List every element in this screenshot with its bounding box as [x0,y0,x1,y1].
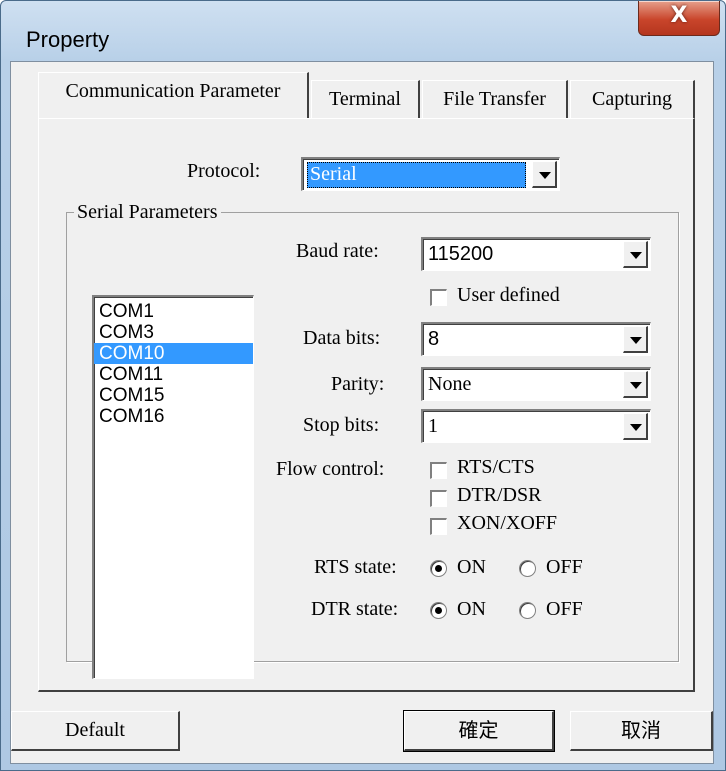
rts-cts-label: RTS/CTS [457,456,535,478]
tab-file-transfer[interactable]: File Transfer [422,80,568,118]
list-item[interactable]: COM15 [94,385,253,406]
parity-value: None [428,373,472,395]
list-item[interactable]: COM3 [94,322,253,343]
title-bar[interactable]: Property X [1,1,725,61]
data-bits-label: Data bits: [303,327,381,349]
rts-on-label: ON [457,556,486,578]
rts-off-radio[interactable] [519,560,536,577]
xon-xoff-label: XON/XOFF [457,512,558,534]
parity-label: Parity: [331,373,385,395]
user-defined-label: User defined [457,284,560,306]
stop-bits-dropdown-button[interactable] [623,413,648,440]
data-bits-value: 8 [428,328,440,350]
list-item[interactable]: COM1 [94,301,253,322]
flow-control-label: Flow control: [276,458,385,480]
protocol-value: Serial [310,163,357,185]
default-button[interactable]: Default [11,711,180,751]
close-icon: X [670,3,688,28]
dtr-dsr-label: DTR/DSR [457,484,542,506]
baud-rate-dropdown[interactable]: 115200 [421,237,651,271]
serial-parameters-title: Serial Parameters [74,201,221,224]
rts-cts-checkbox[interactable] [430,462,447,479]
dtr-dsr-checkbox[interactable] [430,490,447,507]
stop-bits-value: 1 [428,415,438,437]
window-title: Property [26,27,110,52]
stop-bits-dropdown[interactable]: 1 [421,409,651,443]
baud-rate-label: Baud rate: [296,240,379,262]
baud-rate-dropdown-button[interactable] [623,241,648,268]
dtr-on-radio[interactable] [430,602,447,619]
list-item[interactable]: COM16 [94,406,253,427]
dtr-off-radio[interactable] [519,602,536,619]
user-defined-checkbox[interactable] [430,289,447,306]
ok-button[interactable]: 確定 [403,710,555,752]
rts-off-label: OFF [546,556,583,578]
tab-capturing[interactable]: Capturing [570,80,695,118]
chevron-down-icon [630,337,642,344]
data-bits-dropdown-button[interactable] [623,326,648,353]
parity-dropdown-button[interactable] [623,371,648,398]
chevron-down-icon [630,252,642,259]
parity-dropdown[interactable]: None [421,367,651,401]
protocol-dropdown-button[interactable] [532,161,557,188]
rts-state-label: RTS state: [314,556,397,578]
chevron-down-icon [539,172,551,179]
protocol-selection: Serial [307,162,526,188]
baud-rate-value: 115200 [428,243,494,265]
cancel-button[interactable]: 取消 [570,711,713,751]
dtr-state-label: DTR state: [311,598,399,620]
protocol-dropdown[interactable]: Serial [301,157,560,191]
stop-bits-label: Stop bits: [303,414,380,436]
property-dialog: Property X Terminal File Transfer Captur… [0,0,726,771]
data-bits-dropdown[interactable]: 8 [421,322,651,356]
chevron-down-icon [630,382,642,389]
list-item-selected[interactable]: COM10 [94,343,253,364]
xon-xoff-checkbox[interactable] [430,518,447,535]
dtr-off-label: OFF [546,598,583,620]
chevron-down-icon [630,424,642,431]
rts-on-radio[interactable] [430,560,447,577]
close-button[interactable]: X [638,1,720,36]
tab-communication-parameter[interactable]: Communication Parameter [38,72,309,118]
dialog-client-area: Terminal File Transfer Capturing Communi… [10,61,714,764]
tab-terminal[interactable]: Terminal [311,80,420,118]
com-port-list[interactable]: COM1 COM3 COM10 COM11 COM15 COM16 [92,295,254,679]
protocol-label: Protocol: [187,160,261,182]
dtr-on-label: ON [457,598,486,620]
list-item[interactable]: COM11 [94,364,253,385]
